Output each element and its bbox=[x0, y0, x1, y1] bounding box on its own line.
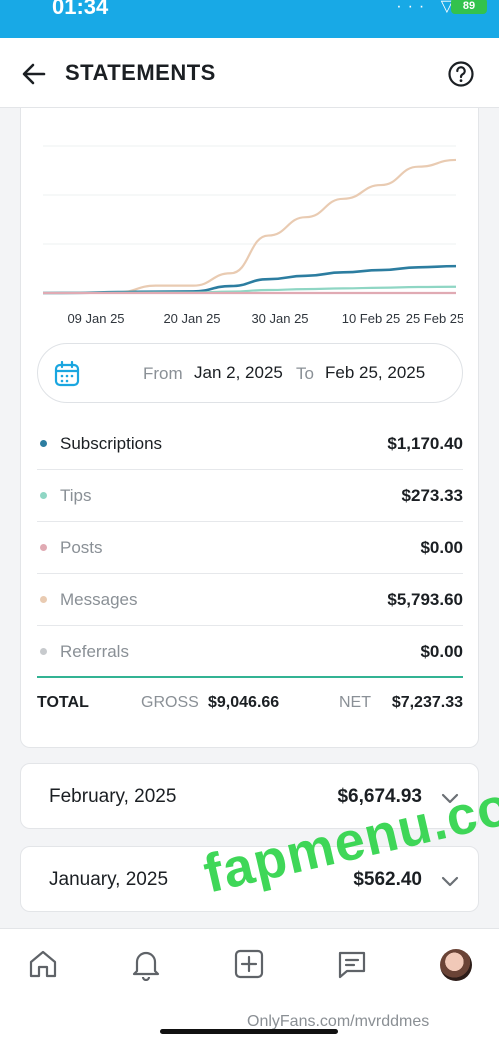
status-time: 01:34 bbox=[52, 0, 109, 19]
gross-label: GROSS bbox=[141, 694, 199, 711]
breakdown-list: Subscriptions $1,170.40 Tips $273.33 Pos… bbox=[37, 418, 463, 678]
total-row: TOTAL GROSS $9,046.66 NET $7,237.33 bbox=[37, 692, 463, 716]
row-amount: $0.00 bbox=[420, 538, 463, 557]
earnings-chart: 09 Jan 25 20 Jan 25 30 Jan 25 10 Feb 25 25 F… bbox=[43, 145, 463, 326]
row-label: Subscriptions bbox=[60, 434, 163, 453]
to-label: To bbox=[296, 364, 314, 383]
statement-card: 09 Jan 25 20 Jan 25 30 Jan 25 10 Feb 25 25 F… bbox=[20, 108, 479, 748]
net-label: NET bbox=[339, 694, 371, 711]
referrals-dot bbox=[40, 648, 47, 655]
x-tick-label: 30 Jan 25 bbox=[251, 311, 308, 326]
add-post-icon[interactable] bbox=[232, 947, 266, 981]
row-amount: $273.33 bbox=[401, 486, 463, 505]
gross-value: $9,046.66 bbox=[208, 694, 280, 711]
tips-dot bbox=[40, 492, 47, 499]
row-messages: Messages $5,793.60 bbox=[37, 574, 463, 626]
row-label: Messages bbox=[60, 590, 138, 609]
bottom-nav: OnlyFans.com/mvrddmes bbox=[0, 928, 499, 1043]
series-line-1 bbox=[43, 264, 457, 295]
x-tick-label: 09 Jan 25 bbox=[67, 311, 124, 326]
chevron-down-icon[interactable] bbox=[440, 871, 460, 891]
battery-icon: 89 bbox=[451, 0, 487, 14]
row-label: Referrals bbox=[60, 642, 129, 661]
x-tick-label: 25 Feb 25 bbox=[406, 311, 463, 326]
help-icon[interactable] bbox=[447, 60, 475, 88]
row-subscriptions: Subscriptions $1,170.40 bbox=[37, 418, 463, 470]
x-tick-label: 10 Feb 25 bbox=[342, 311, 401, 326]
to-date[interactable]: Feb 25, 2025 bbox=[325, 363, 425, 383]
month-name: January, 2025 bbox=[49, 869, 169, 890]
status-bar: 01:34 ··· ▽ 89 bbox=[0, 0, 499, 38]
row-posts: Posts $0.00 bbox=[37, 522, 463, 574]
app-header: STATEMENTS bbox=[0, 38, 499, 108]
back-arrow-icon[interactable] bbox=[20, 60, 48, 88]
row-tips: Tips $273.33 bbox=[37, 470, 463, 522]
calendar-icon bbox=[54, 361, 80, 387]
date-range-picker[interactable]: From Jan 2, 2025 To Feb 25, 2025 bbox=[37, 343, 463, 403]
series-line-0 bbox=[43, 158, 457, 295]
net-value: $7,237.33 bbox=[391, 694, 463, 711]
messages-dot bbox=[40, 596, 47, 603]
status-icons: ··· ▽ bbox=[396, 0, 459, 15]
row-label: Tips bbox=[60, 486, 92, 505]
page-title: STATEMENTS bbox=[65, 60, 216, 85]
home-indicator[interactable] bbox=[160, 1029, 338, 1034]
row-referrals: Referrals $0.00 bbox=[37, 626, 463, 678]
from-date[interactable]: Jan 2, 2025 bbox=[194, 363, 283, 383]
home-icon[interactable] bbox=[26, 947, 60, 981]
messages-icon[interactable] bbox=[335, 947, 369, 981]
month-amount: $562.40 bbox=[353, 869, 422, 890]
subscriptions-dot bbox=[40, 440, 47, 447]
avatar[interactable] bbox=[440, 949, 472, 981]
row-label: Posts bbox=[60, 538, 103, 557]
x-tick-label: 20 Jan 25 bbox=[163, 311, 220, 326]
row-amount: $5,793.60 bbox=[387, 590, 463, 609]
row-amount: $1,170.40 bbox=[387, 434, 463, 453]
posts-dot bbox=[40, 544, 47, 551]
total-label: TOTAL bbox=[37, 694, 89, 711]
row-amount: $0.00 bbox=[420, 642, 463, 661]
month-name: February, 2025 bbox=[49, 786, 177, 807]
from-label: From bbox=[143, 364, 183, 383]
bell-icon[interactable] bbox=[129, 947, 163, 981]
